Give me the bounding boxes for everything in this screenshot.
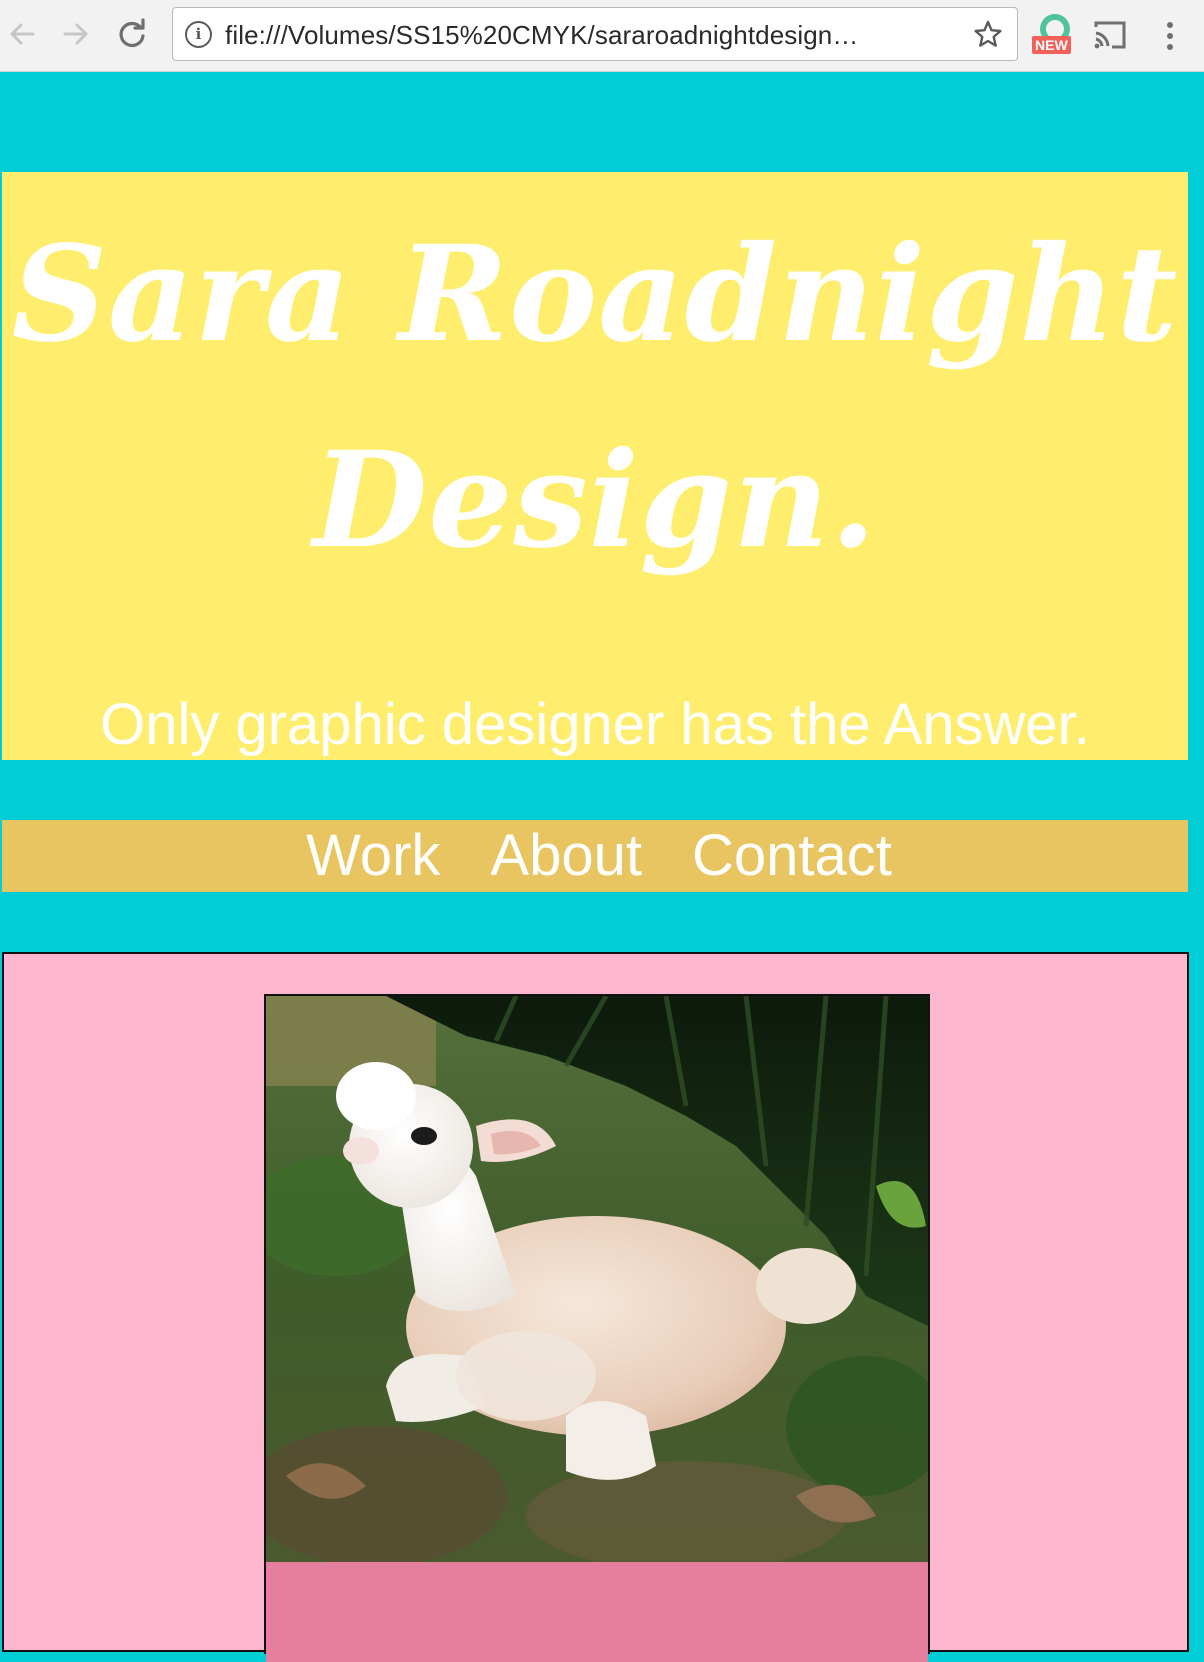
url-text[interactable]: file:///Volumes/SS15%20CMYK/sararoadnigh… [225, 20, 945, 51]
arrow-right-icon [63, 23, 88, 45]
browser-toolbar: i file:///Volumes/SS15%20CMYK/sararoadni… [0, 0, 1204, 72]
nav-link-contact[interactable]: Contact [692, 820, 892, 892]
tagline: Only graphic designer has the Answer. [100, 692, 1090, 757]
extension-badge: NEW [1032, 36, 1071, 54]
content-panel [2, 952, 1189, 1662]
main-nav: Work About Contact [2, 820, 1188, 892]
reload-button[interactable] [112, 14, 152, 54]
info-icon[interactable]: i [185, 21, 212, 48]
forward-button[interactable] [56, 14, 96, 54]
site-header: Sara Roadnight Design. Only graphic desi… [2, 172, 1188, 760]
arrow-left-icon [10, 23, 35, 45]
nav-link-work[interactable]: Work [306, 820, 440, 892]
nav-link-about[interactable]: About [490, 820, 642, 892]
cast-icon[interactable] [1092, 18, 1130, 52]
portfolio-card[interactable] [264, 994, 930, 1662]
alpaca-photo[interactable] [266, 996, 928, 1562]
extension-new-icon[interactable]: NEW [1030, 14, 1080, 58]
back-button[interactable] [2, 14, 42, 54]
bookmark-star-icon[interactable] [971, 17, 1005, 51]
reload-icon [119, 18, 145, 48]
site-title: Sara Roadnight Design. [11, 217, 1179, 578]
address-bar[interactable]: i file:///Volumes/SS15%20CMYK/sararoadni… [172, 7, 1018, 61]
card-caption-area [266, 1562, 928, 1662]
kebab-menu-icon[interactable] [1155, 16, 1185, 56]
